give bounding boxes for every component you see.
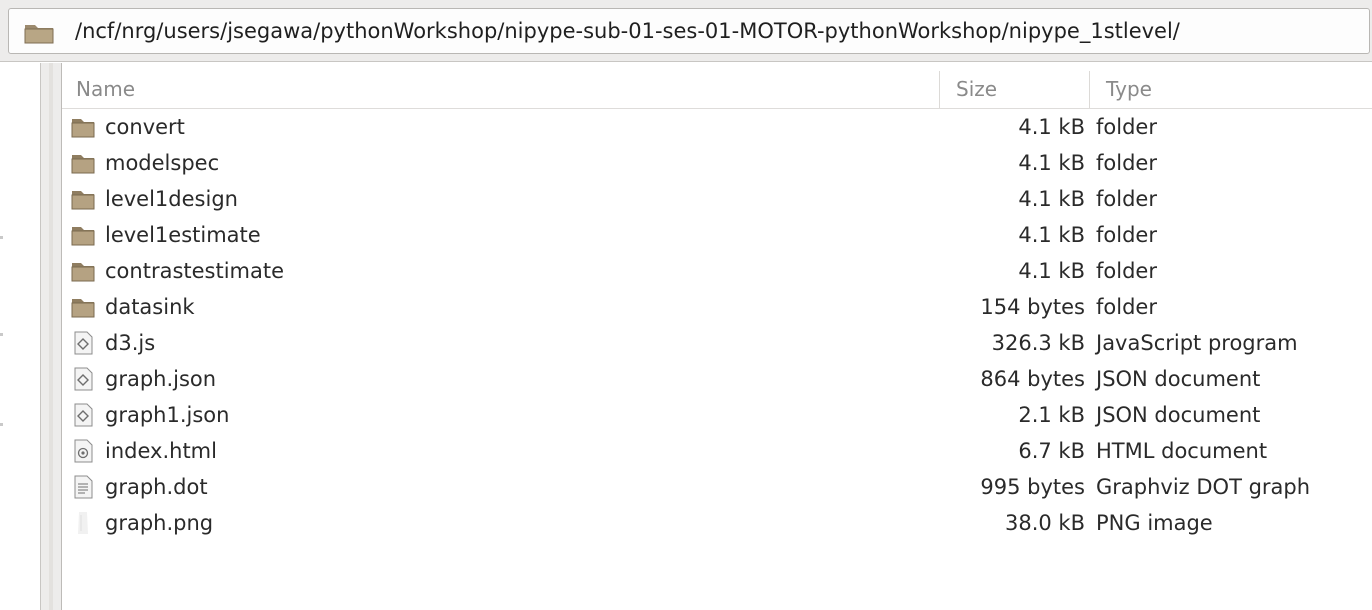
- text-file-icon: [74, 475, 93, 499]
- file-type: folder: [1096, 223, 1157, 247]
- file-name: level1estimate: [105, 223, 261, 247]
- file-type: JavaScript program: [1096, 331, 1298, 355]
- file-row[interactable]: d3.js 326.3 kB JavaScript program: [62, 325, 1372, 361]
- pane-splitter[interactable]: [40, 63, 62, 610]
- file-row[interactable]: index.html 6.7 kB HTML document: [62, 433, 1372, 469]
- script-file-icon: [74, 367, 93, 391]
- file-row[interactable]: graph1.json 2.1 kB JSON document: [62, 397, 1372, 433]
- file-name: graph.dot: [105, 475, 208, 499]
- file-list: Name Size Type convert 4.1 kB folder models…: [62, 63, 1372, 610]
- file-name: modelspec: [105, 151, 220, 175]
- file-name: contrastestimate: [105, 259, 285, 283]
- file-size: 4.1 kB: [1018, 259, 1085, 283]
- folder-icon: [71, 227, 95, 246]
- folder-icon: [71, 263, 95, 282]
- file-size: 326.3 kB: [991, 331, 1085, 355]
- file-size: 4.1 kB: [1018, 115, 1085, 139]
- file-name: d3.js: [105, 331, 156, 355]
- column-header: Name Size Type: [62, 71, 1372, 109]
- file-name: graph1.json: [105, 403, 230, 427]
- column-header-size[interactable]: Size: [940, 71, 1090, 108]
- file-name: datasink: [105, 295, 195, 319]
- file-size: 38.0 kB: [1004, 511, 1085, 535]
- file-name: graph.png: [105, 511, 214, 535]
- file-type: folder: [1096, 115, 1157, 139]
- file-type: JSON document: [1096, 403, 1261, 427]
- folder-icon: [24, 25, 54, 44]
- folder-icon: [71, 299, 95, 318]
- file-size: 2.1 kB: [1018, 403, 1085, 427]
- file-type: folder: [1096, 187, 1157, 211]
- file-size: 4.1 kB: [1018, 223, 1085, 247]
- file-row[interactable]: modelspec 4.1 kB folder: [62, 145, 1372, 181]
- side-pane: [0, 63, 40, 610]
- file-size: 995 bytes: [980, 475, 1085, 499]
- file-name: convert: [105, 115, 185, 139]
- file-row[interactable]: graph.dot 995 bytes Graphviz DOT graph: [62, 469, 1372, 505]
- file-type: JSON document: [1096, 367, 1261, 391]
- file-type: folder: [1096, 295, 1157, 319]
- folder-icon: [71, 119, 95, 138]
- location-bar: /ncf/nrg/users/jsegawa/pythonWorkshop/ni…: [0, 0, 1372, 62]
- file-row[interactable]: datasink 154 bytes folder: [62, 289, 1372, 325]
- file-name: level1design: [105, 187, 238, 211]
- file-name: graph.json: [105, 367, 217, 391]
- script-file-icon: [74, 403, 93, 427]
- script-file-icon: [74, 331, 93, 355]
- file-size: 154 bytes: [980, 295, 1085, 319]
- location-path: /ncf/nrg/users/jsegawa/pythonWorkshop/ni…: [75, 19, 1180, 43]
- file-row[interactable]: graph.json 864 bytes JSON document: [62, 361, 1372, 397]
- file-type: folder: [1096, 259, 1157, 283]
- file-name: index.html: [105, 439, 217, 463]
- file-row[interactable]: convert 4.1 kB folder: [62, 109, 1372, 145]
- folder-icon: [71, 155, 95, 174]
- file-size: 864 bytes: [980, 367, 1085, 391]
- file-size: 4.1 kB: [1018, 187, 1085, 211]
- folder-icon: [71, 191, 95, 210]
- file-size: 6.7 kB: [1018, 439, 1085, 463]
- file-row[interactable]: level1estimate 4.1 kB folder: [62, 217, 1372, 253]
- file-type: PNG image: [1096, 511, 1213, 535]
- file-row[interactable]: graph.png 38.0 kB PNG image: [62, 505, 1372, 541]
- file-type: Graphviz DOT graph: [1096, 475, 1311, 499]
- html-file-icon: [74, 439, 93, 463]
- image-file-icon: [78, 512, 88, 534]
- file-size: 4.1 kB: [1018, 151, 1085, 175]
- location-field[interactable]: /ncf/nrg/users/jsegawa/pythonWorkshop/ni…: [8, 8, 1370, 54]
- column-header-type[interactable]: Type: [1090, 71, 1372, 108]
- column-header-name[interactable]: Name: [72, 71, 940, 108]
- file-type: folder: [1096, 151, 1157, 175]
- file-row[interactable]: level1design 4.1 kB folder: [62, 181, 1372, 217]
- file-row[interactable]: contrastestimate 4.1 kB folder: [62, 253, 1372, 289]
- file-type: HTML document: [1096, 439, 1268, 463]
